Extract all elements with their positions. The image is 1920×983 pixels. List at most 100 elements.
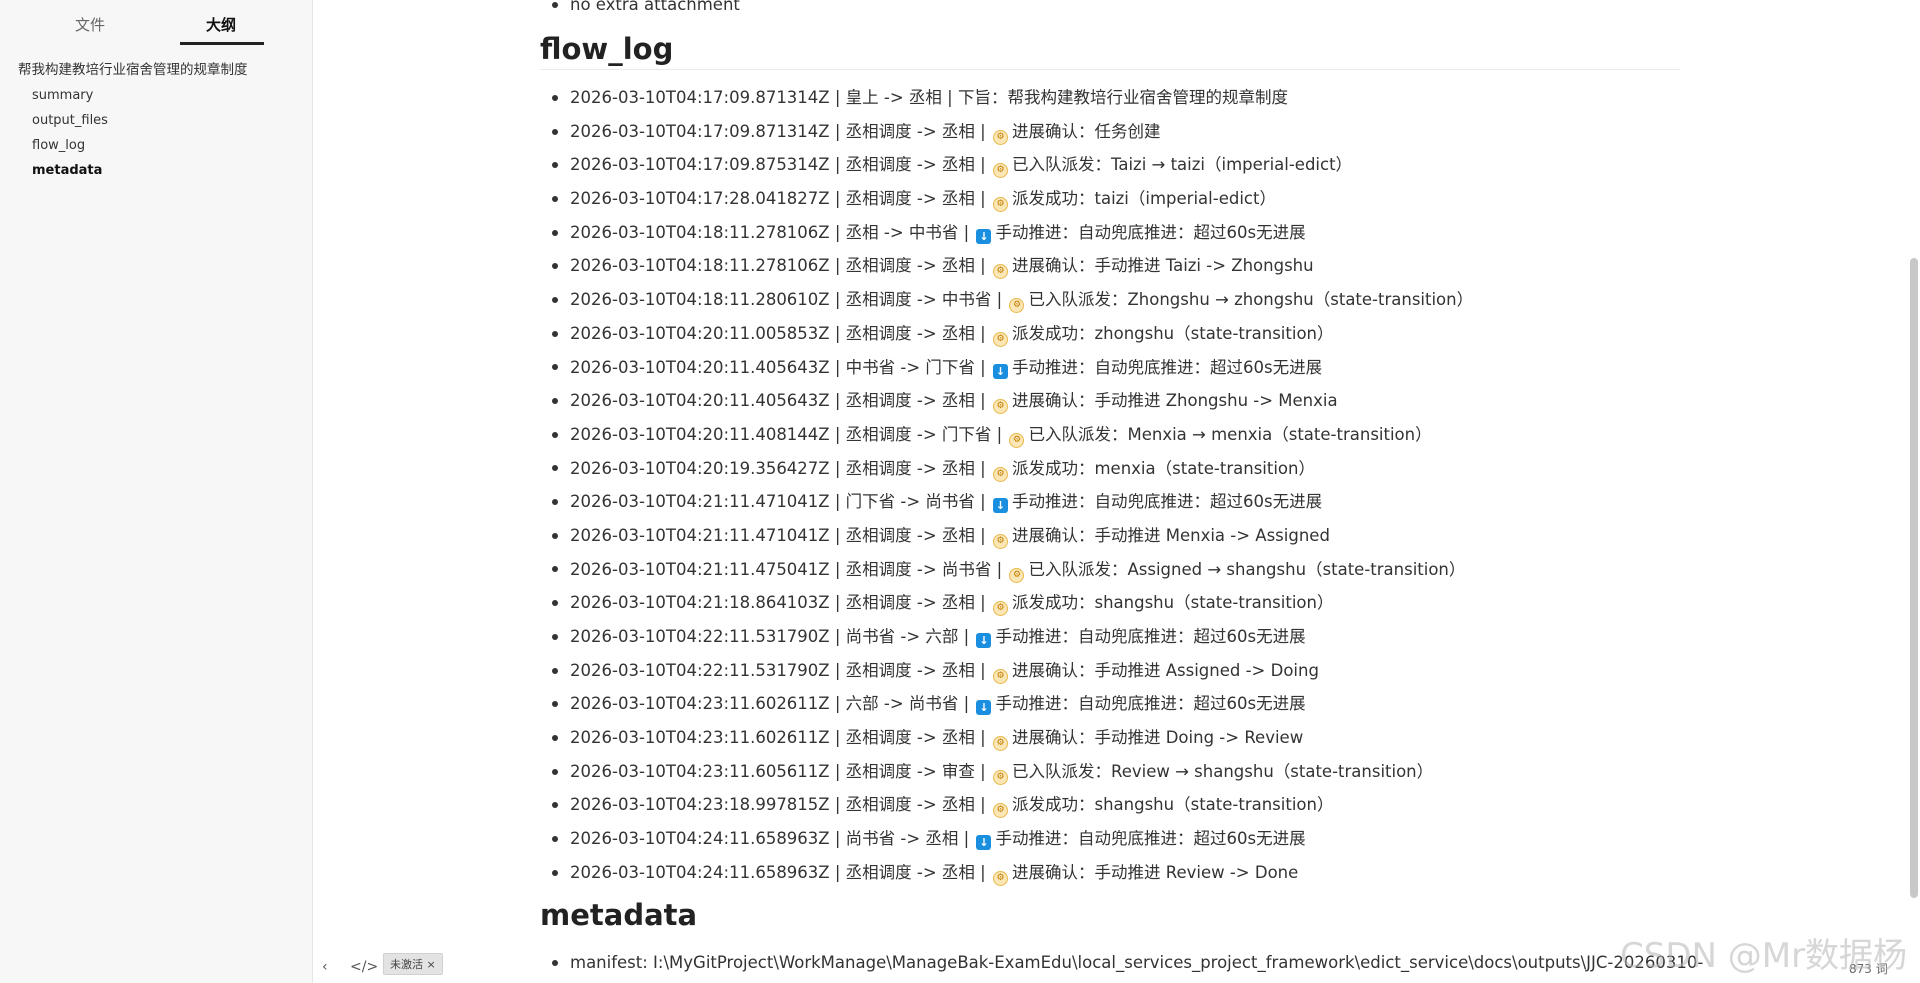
- gear-icon: ⚙: [992, 870, 1008, 886]
- document-content: no extra attachment flow_log 2026-03-10T…: [540, 0, 1703, 983]
- flow-log-item: 2026-03-10T04:20:11.405643Z | 丞相调度 -> 丞相…: [540, 384, 1473, 418]
- flow-log-message: 进展确认：手动推进 Assigned -> Doing: [1011, 660, 1319, 680]
- flow-log-prefix: 2026-03-10T04:18:11.278106Z | 丞相 -> 中书省 …: [570, 222, 970, 242]
- flow-log-item: 2026-03-10T04:22:11.531790Z | 丞相调度 -> 丞相…: [540, 654, 1473, 688]
- flow-log-item: 2026-03-10T04:18:11.278106Z | 丞相 -> 中书省 …: [540, 216, 1473, 250]
- flow-log-item: 2026-03-10T04:17:28.041827Z | 丞相调度 -> 丞相…: [540, 182, 1473, 216]
- flow-log-item: 2026-03-10T04:23:11.602611Z | 丞相调度 -> 丞相…: [540, 721, 1473, 755]
- flow-log-prefix: 2026-03-10T04:17:09.875314Z | 丞相调度 -> 丞相…: [570, 155, 986, 175]
- gear-icon: ⚙: [992, 264, 1008, 280]
- flow-log-message: 手动推进：自动兜底推进：超过60s无进展: [995, 222, 1306, 242]
- flow-log-item: 2026-03-10T04:21:18.864103Z | 丞相调度 -> 丞相…: [540, 586, 1473, 620]
- gear-icon: ⚙: [992, 129, 1008, 145]
- source-code-icon[interactable]: </>: [350, 959, 378, 975]
- gear-icon: ⚙: [992, 331, 1008, 347]
- flow-log-prefix: 2026-03-10T04:23:11.605611Z | 丞相调度 -> 审查…: [570, 761, 986, 781]
- flow-log-message: 派发成功：shangshu（state-transition）: [1011, 593, 1334, 613]
- vertical-scrollbar[interactable]: [1910, 258, 1918, 898]
- gear-icon: ⚙: [992, 533, 1008, 549]
- flow-log-prefix: 2026-03-10T04:20:11.005853Z | 丞相调度 -> 丞相…: [570, 323, 986, 343]
- heading-metadata: metadata: [540, 898, 698, 932]
- flow-log-message: 已入队派发：Menxia → menxia（state-transition）: [1028, 424, 1432, 444]
- flow-log-item: 2026-03-10T04:20:11.408144Z | 丞相调度 -> 门下…: [540, 418, 1473, 452]
- sidebar-tabs: 文件 大纲: [0, 8, 312, 48]
- flow-log-message: 手动推进：自动兜底推进：超过60s无进展: [1011, 357, 1323, 377]
- flow-log-item: 2026-03-10T04:20:11.405643Z | 中书省 -> 门下省…: [540, 351, 1473, 385]
- gear-icon: ⚙: [992, 466, 1008, 482]
- heading-flow-log: flow_log: [540, 32, 674, 66]
- flow-log-prefix: 2026-03-10T04:20:11.405643Z | 中书省 -> 门下省…: [570, 357, 986, 377]
- flow-log-item: 2026-03-10T04:23:18.997815Z | 丞相调度 -> 丞相…: [540, 788, 1473, 822]
- flow-log-prefix: 2026-03-10T04:17:09.871314Z | 皇上 -> 丞相 |…: [570, 88, 1288, 107]
- gear-icon: ⚙: [992, 769, 1008, 785]
- flow-log-prefix: 2026-03-10T04:23:18.997815Z | 丞相调度 -> 丞相…: [570, 795, 986, 815]
- outline-item[interactable]: 帮我构建教培行业宿舍管理的规章制度: [0, 58, 312, 83]
- metadata-list: manifest: I:\MyGitProject\WorkManage\Man…: [540, 952, 1703, 974]
- gear-icon: ⚙: [992, 803, 1008, 819]
- flow-log-message: 派发成功：menxia（state-transition）: [1011, 458, 1315, 478]
- flow-log-message: 派发成功：taizi（imperial-edict）: [1011, 189, 1276, 209]
- gear-icon: ⚙: [992, 601, 1008, 617]
- flow-log-message: 派发成功：zhongshu（state-transition）: [1011, 323, 1334, 343]
- flow-log-prefix: 2026-03-10T04:17:28.041827Z | 丞相调度 -> 丞相…: [570, 189, 986, 209]
- gear-icon: ⚙: [992, 197, 1008, 213]
- gear-icon: ⚙: [992, 736, 1008, 752]
- flow-log-prefix: 2026-03-10T04:22:11.531790Z | 尚书省 -> 六部 …: [570, 627, 970, 646]
- flow-log-item: 2026-03-10T04:21:11.475041Z | 丞相调度 -> 尚书…: [540, 553, 1473, 587]
- flow-log-prefix: 2026-03-10T04:20:11.408144Z | 丞相调度 -> 门下…: [570, 424, 1003, 444]
- flow-log-prefix: 2026-03-10T04:18:11.278106Z | 丞相调度 -> 丞相…: [570, 256, 986, 276]
- watermark: CSDN @Mr数据杨: [1620, 936, 1908, 976]
- flow-log-prefix: 2026-03-10T04:20:11.405643Z | 丞相调度 -> 丞相…: [570, 391, 986, 411]
- down-arrow-icon: ↓: [976, 228, 992, 244]
- activation-badge[interactable]: 未激活 ×: [383, 953, 443, 975]
- flow-log-message: 手动推进：自动兜底推进：超过60s无进展: [995, 694, 1306, 714]
- flow-log-message: 手动推进：自动兜底推进：超过60s无进展: [995, 627, 1306, 646]
- outline-item[interactable]: metadata: [0, 158, 312, 183]
- outline-item[interactable]: flow_log: [0, 133, 312, 158]
- down-arrow-icon: ↓: [992, 498, 1008, 514]
- tab-files[interactable]: 文件: [40, 14, 140, 35]
- flow-log-prefix: 2026-03-10T04:21:11.475041Z | 丞相调度 -> 尚书…: [570, 559, 1003, 579]
- flow-log-prefix: 2026-03-10T04:20:19.356427Z | 丞相调度 -> 丞相…: [570, 458, 986, 478]
- flow-log-item: 2026-03-10T04:17:09.871314Z | 丞相调度 -> 丞相…: [540, 115, 1473, 149]
- flow-log-prefix: 2026-03-10T04:18:11.280610Z | 丞相调度 -> 中书…: [570, 290, 1003, 310]
- flow-log-prefix: 2026-03-10T04:17:09.871314Z | 丞相调度 -> 丞相…: [570, 121, 986, 141]
- down-arrow-icon: ↓: [976, 700, 992, 716]
- flow-log-item: 2026-03-10T04:23:11.605611Z | 丞相调度 -> 审查…: [540, 755, 1473, 789]
- flow-log-prefix: 2026-03-10T04:21:11.471041Z | 门下省 -> 尚书省…: [570, 492, 986, 512]
- flow-log-item: 2026-03-10T04:20:11.005853Z | 丞相调度 -> 丞相…: [540, 317, 1473, 351]
- gear-icon: ⚙: [1009, 432, 1025, 448]
- down-arrow-icon: ↓: [992, 363, 1008, 379]
- list-item: no extra attachment: [540, 0, 740, 16]
- flow-log-item: 2026-03-10T04:22:11.531790Z | 尚书省 -> 六部 …: [540, 620, 1473, 654]
- gear-icon: ⚙: [1009, 567, 1025, 583]
- flow-log-item: 2026-03-10T04:20:19.356427Z | 丞相调度 -> 丞相…: [540, 452, 1473, 486]
- outline-item[interactable]: summary: [0, 83, 312, 108]
- gear-icon: ⚙: [992, 399, 1008, 415]
- flow-log-item: 2026-03-10T04:21:11.471041Z | 丞相调度 -> 丞相…: [540, 519, 1473, 553]
- flow-log-prefix: 2026-03-10T04:21:11.471041Z | 丞相调度 -> 丞相…: [570, 525, 986, 545]
- gear-icon: ⚙: [992, 163, 1008, 179]
- flow-log-item: 2026-03-10T04:18:11.278106Z | 丞相调度 -> 丞相…: [540, 249, 1473, 283]
- flow-log-prefix: 2026-03-10T04:24:11.658963Z | 尚书省 -> 丞相 …: [570, 829, 970, 849]
- flow-log-message: 进展确认：手动推进 Zhongshu -> Menxia: [1011, 391, 1338, 411]
- flow-log-item: 2026-03-10T04:17:09.875314Z | 丞相调度 -> 丞相…: [540, 148, 1473, 182]
- flow-log-item: 2026-03-10T04:17:09.871314Z | 皇上 -> 丞相 |…: [540, 81, 1473, 115]
- flow-log-message: 已入队派发：Review → shangshu（state-transition…: [1011, 761, 1434, 781]
- flow-log-message: 进展确认：手动推进 Doing -> Review: [1011, 728, 1304, 748]
- sidebar: 文件 大纲 帮我构建教培行业宿舍管理的规章制度 summary output_fil…: [0, 0, 313, 983]
- gear-icon: ⚙: [992, 668, 1008, 684]
- flow-log-list: 2026-03-10T04:17:09.871314Z | 皇上 -> 丞相 |…: [540, 81, 1473, 890]
- flow-log-message: 手动推进：自动兜底推进：超过60s无进展: [995, 829, 1306, 849]
- outline-list: 帮我构建教培行业宿舍管理的规章制度 summary output_files flow…: [0, 58, 312, 183]
- tab-outline[interactable]: 大纲: [171, 14, 271, 35]
- outline-item[interactable]: output_files: [0, 108, 312, 133]
- flow-log-message: 已入队派发：Taizi → taizi（imperial-edict）: [1011, 155, 1353, 175]
- back-icon[interactable]: ‹: [322, 959, 328, 975]
- flow-log-item: 2026-03-10T04:24:11.658963Z | 丞相调度 -> 丞相…: [540, 856, 1473, 890]
- flow-log-message: 进展确认：手动推进 Taizi -> Zhongshu: [1011, 256, 1314, 276]
- down-arrow-icon: ↓: [976, 633, 992, 648]
- flow-log-prefix: 2026-03-10T04:23:11.602611Z | 六部 -> 尚书省 …: [570, 694, 970, 714]
- flow-log-item: 2026-03-10T04:23:11.602611Z | 六部 -> 尚书省 …: [540, 687, 1473, 721]
- flow-log-message: 手动推进：自动兜底推进：超过60s无进展: [1011, 492, 1323, 512]
